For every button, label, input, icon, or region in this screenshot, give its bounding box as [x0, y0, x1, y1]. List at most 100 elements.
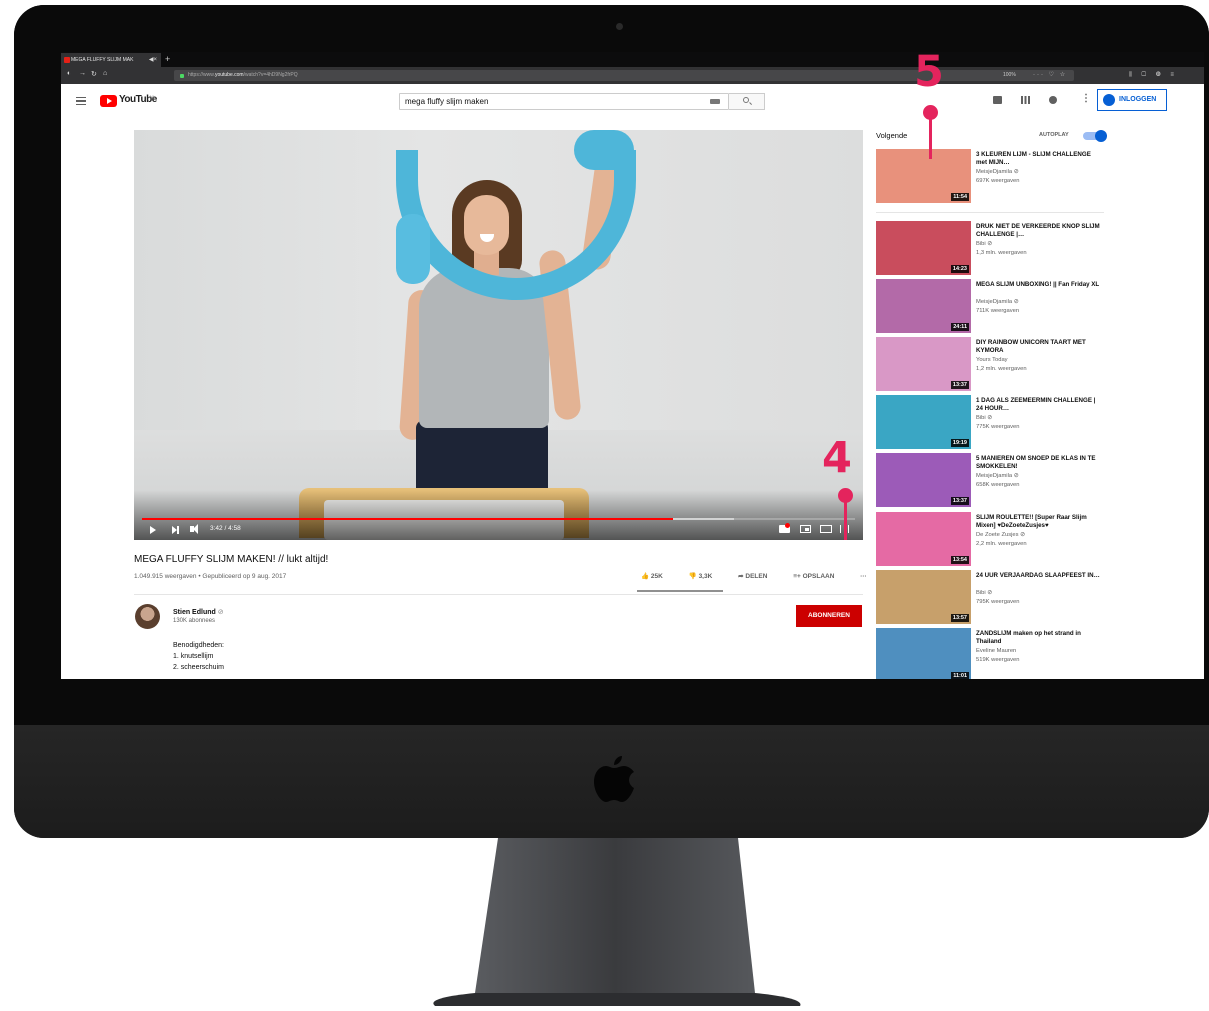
- hamburger-menu-icon[interactable]: [76, 97, 86, 105]
- annotation-stem-4: [844, 498, 847, 540]
- youtube-play-logo-icon: [100, 95, 117, 107]
- url-domain: youtube.com: [214, 72, 244, 78]
- video-thumbnail[interactable]: 11:01: [876, 628, 971, 679]
- search-icon: [743, 97, 749, 103]
- volume-icon[interactable]: [190, 524, 198, 534]
- recommended-video-title[interactable]: 5 MANIEREN OM SNOEP DE KLAS IN TE SMOKKE…: [976, 455, 1101, 471]
- country-code: NL: [150, 94, 156, 99]
- recommended-video-channel[interactable]: Bibi ⊘: [976, 415, 992, 421]
- video-thumbnail[interactable]: 19:19: [876, 395, 971, 449]
- video-player[interactable]: 3:42 / 4:58: [134, 130, 863, 540]
- recommended-video-item[interactable]: 19:19 1 DAG ALS ZEEMEERMIN CHALLENGE | 24…: [876, 395, 1106, 450]
- messages-icon[interactable]: [1049, 96, 1057, 104]
- video-description: Benodigdheden: 1. knutsellijm 2. scheers…: [173, 640, 224, 673]
- divider: [134, 594, 863, 595]
- recommended-video-title[interactable]: ZANDSLIJM maken op het strand in Thailan…: [976, 630, 1101, 646]
- next-icon[interactable]: [172, 526, 179, 534]
- channel-subscribers: 130K abonnees: [173, 618, 216, 624]
- create-video-icon[interactable]: [993, 96, 1002, 104]
- recommended-video-title[interactable]: 1 DAG ALS ZEEMEERMIN CHALLENGE | 24 HOUR…: [976, 397, 1101, 413]
- search-input[interactable]: mega fluffy slijm maken: [399, 93, 729, 110]
- recommended-video-channel[interactable]: Yours Today: [976, 357, 1008, 363]
- browser-tab[interactable]: MEGA FLUFFY SLIJM MAK ◀×: [61, 53, 161, 67]
- autoplay-toggle[interactable]: [1083, 130, 1107, 142]
- recommended-video-item[interactable]: 13:57 24 UUR VERJAARDAG SLAAPFEEST IN… Bib…: [876, 570, 1106, 625]
- dislike-button[interactable]: 👎 3,3K: [689, 573, 725, 580]
- controls-gradient: [134, 490, 863, 540]
- channel-name[interactable]: Stien Edlund ⊘: [173, 608, 224, 616]
- youtube-header: YouTube NL mega fluffy slijm maken ⋮ INL…: [61, 84, 1204, 118]
- video-thumbnail[interactable]: 13:37: [876, 337, 971, 391]
- apps-grid-icon[interactable]: [1021, 96, 1030, 104]
- recommended-video-title[interactable]: MEGA SLIJM UNBOXING! || Fan Friday XL: [976, 281, 1101, 289]
- recommended-video-channel[interactable]: De Zoete Zusjes ⊘: [976, 532, 1025, 538]
- share-button[interactable]: ➦ DELEN: [738, 573, 779, 580]
- save-button[interactable]: ≡+ OPSLAAN: [793, 573, 846, 580]
- video-thumbnail[interactable]: 11:54: [876, 149, 971, 203]
- recommended-video-channel[interactable]: Bibi ⊘: [976, 241, 992, 247]
- video-thumbnail[interactable]: 14:23: [876, 221, 971, 275]
- recommended-video-channel[interactable]: MeisjeDjamila ⊘: [976, 299, 1019, 305]
- more-vert-icon[interactable]: ⋮: [1081, 93, 1091, 104]
- autoplay-label: AUTOPLAY: [1039, 132, 1069, 138]
- recommended-video-title[interactable]: SLIJM ROULETTE!! [Super Raar Slijm Mixen…: [976, 514, 1101, 530]
- recommended-video-item[interactable]: 13:37 5 MANIEREN OM SNOEP DE KLAS IN TE S…: [876, 453, 1106, 508]
- time-display: 3:42 / 4:58: [210, 525, 241, 532]
- forward-icon[interactable]: →: [79, 70, 86, 77]
- video-title: MEGA FLUFFY SLIJM MAKEN! // lukt altijd!: [134, 554, 329, 565]
- recommended-video-views: 658K weergaven: [976, 482, 1020, 488]
- recommended-video-channel[interactable]: Eveline Mauren: [976, 648, 1016, 654]
- subtitles-icon[interactable]: [779, 523, 790, 533]
- back-icon[interactable]: ◐: [67, 70, 71, 77]
- recommended-video-title[interactable]: 3 KLEUREN LIJM - SLIJM CHALLENGE met MIJ…: [976, 151, 1101, 167]
- play-icon[interactable]: [150, 526, 156, 534]
- recommended-video-item[interactable]: 13:54 SLIJM ROULETTE!! [Super Raar Slijm …: [876, 512, 1106, 567]
- description-line: Benodigdheden:: [173, 642, 224, 649]
- recommended-video-channel[interactable]: MeisjeDjamila ⊘: [976, 473, 1019, 479]
- browser-toolbar-icons[interactable]: ⫼ ▢ ◍ ≡: [1129, 70, 1178, 81]
- more-actions-button[interactable]: ···: [860, 573, 867, 580]
- share-label: DELEN: [745, 573, 768, 580]
- video-thumbnail[interactable]: 13:37: [876, 453, 971, 507]
- recommended-video-item[interactable]: 11:54 3 KLEUREN LIJM - SLIJM CHALLENGE me…: [876, 149, 1106, 204]
- tab-close-icon[interactable]: ◀×: [149, 53, 157, 67]
- sign-in-button[interactable]: INLOGGEN: [1097, 89, 1167, 111]
- browser-tab-bar: MEGA FLUFFY SLIJM MAK ◀× +: [61, 52, 1204, 67]
- search-button[interactable]: [729, 93, 765, 110]
- video-duration: 13:54: [950, 556, 969, 564]
- recommended-video-item[interactable]: 11:01 ZANDSLIJM maken op het strand in Th…: [876, 628, 1106, 679]
- recommended-video-title[interactable]: DIY RAINBOW UNICORN TAART MET KYMORA: [976, 339, 1101, 355]
- zoom-level[interactable]: 100%: [1003, 70, 1016, 81]
- tab-title: MEGA FLUFFY SLIJM MAK: [71, 57, 134, 63]
- home-icon[interactable]: ⌂: [103, 70, 107, 77]
- theater-mode-icon[interactable]: [820, 525, 832, 533]
- page-actions-icon[interactable]: ··· ♡ ☆: [1033, 70, 1067, 81]
- video-duration: 14:23: [950, 265, 969, 273]
- video-thumbnail[interactable]: 13:57: [876, 570, 971, 624]
- account-icon: [1103, 94, 1115, 106]
- recommended-video-title[interactable]: DRUK NIET DE VERKEERDE KNOP SLIJM CHALLE…: [976, 223, 1101, 239]
- reload-icon[interactable]: ↻: [91, 70, 97, 78]
- youtube-favicon-icon: [64, 57, 70, 63]
- imac-stand: [433, 838, 801, 1006]
- video-thumbnail[interactable]: 13:54: [876, 512, 971, 566]
- recommended-video-title[interactable]: 24 UUR VERJAARDAG SLAAPFEEST IN…: [976, 572, 1101, 580]
- keyboard-icon[interactable]: [710, 99, 720, 104]
- channel-avatar[interactable]: [135, 604, 160, 629]
- progress-bar[interactable]: [142, 518, 855, 520]
- recommended-video-item[interactable]: 13:37 DIY RAINBOW UNICORN TAART MET KYMOR…: [876, 337, 1106, 392]
- video-thumbnail[interactable]: 24:11: [876, 279, 971, 333]
- recommended-video-channel[interactable]: Bibi ⊘: [976, 590, 992, 596]
- subscribe-button[interactable]: ABONNEREN: [796, 605, 862, 627]
- miniplayer-icon[interactable]: [800, 525, 811, 533]
- recommended-video-channel[interactable]: MeisjeDjamila ⊘: [976, 169, 1019, 175]
- recommended-video-item[interactable]: 14:23 DRUK NIET DE VERKEERDE KNOP SLIJM C…: [876, 221, 1106, 276]
- recommended-video-views: 1,2 mln. weergaven: [976, 366, 1027, 372]
- annotation-stem-5: [929, 115, 932, 159]
- save-label: OPSLAAN: [802, 573, 835, 580]
- recommended-video-views: 711K weergaven: [976, 308, 1020, 314]
- like-button[interactable]: 👍 25K: [641, 573, 675, 580]
- dislike-count: 3,3K: [698, 573, 713, 580]
- recommended-video-item[interactable]: 24:11 MEGA SLIJM UNBOXING! || Fan Friday …: [876, 279, 1106, 334]
- new-tab-button[interactable]: +: [165, 52, 170, 66]
